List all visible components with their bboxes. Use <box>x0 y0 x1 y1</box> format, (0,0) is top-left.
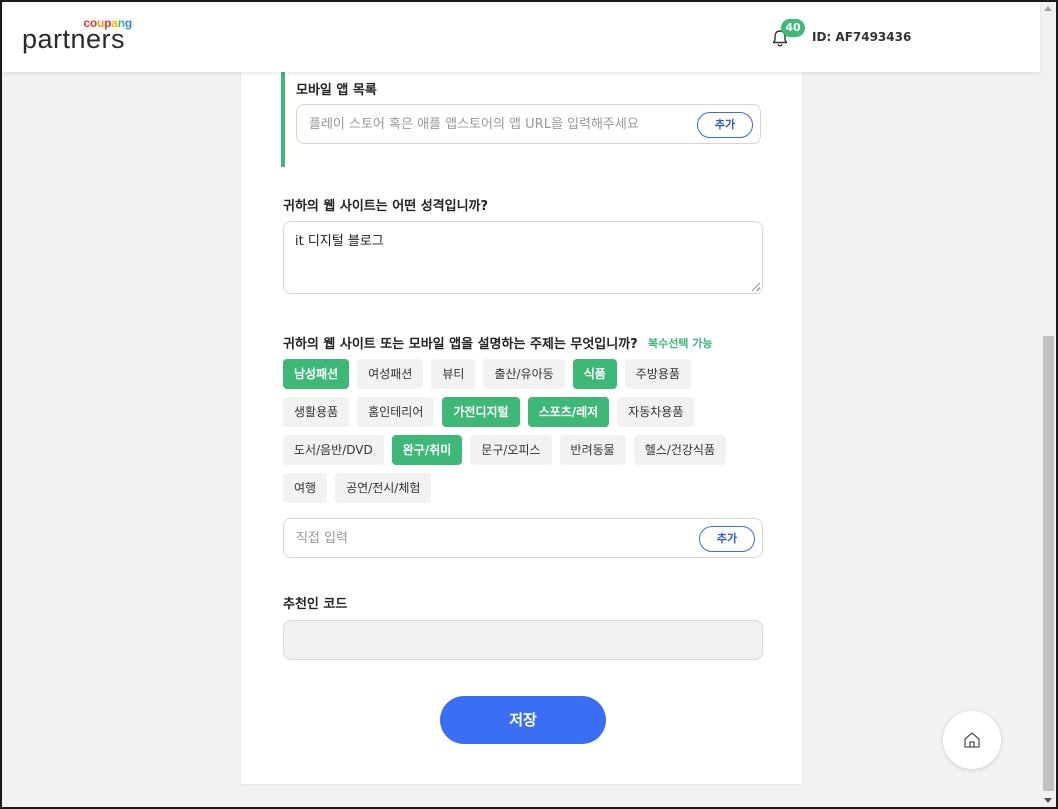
topic-chip[interactable]: 완구/취미 <box>391 435 463 465</box>
add-topic-button[interactable]: 추가 <box>699 526 755 552</box>
scroll-down-arrow-icon[interactable] <box>1044 798 1052 803</box>
site-nature-label: 귀하의 웹 사이트는 어떤 성격입니까? <box>283 199 489 214</box>
topic-chip[interactable]: 헬스/건강식품 <box>633 435 726 465</box>
topic-chip[interactable]: 자동차용품 <box>617 397 695 427</box>
topics-label: 귀하의 웹 사이트 또는 모바일 앱을 설명하는 주제는 무엇입니까? <box>283 337 638 352</box>
topic-chip[interactable]: 여행 <box>283 473 328 503</box>
mobile-app-section: 모바일 앱 목록 추가 <box>281 71 763 167</box>
topic-chip[interactable]: 식품 <box>572 359 617 389</box>
topic-chip[interactable]: 스포츠/레저 <box>527 397 610 427</box>
referral-code-field[interactable] <box>283 620 763 660</box>
home-icon <box>964 732 980 748</box>
chip-row: 여행 공연/전시/체험 <box>283 473 763 503</box>
topic-chip[interactable]: 남성패션 <box>283 359 350 389</box>
save-button[interactable]: 저장 <box>440 696 606 744</box>
topic-chip[interactable]: 가전디지털 <box>442 397 520 427</box>
topic-chip[interactable]: 생활용품 <box>283 397 350 427</box>
user-id: ID: AF7493436 <box>812 30 912 44</box>
home-button[interactable] <box>943 711 1001 769</box>
chip-row: 남성패션 여성패션 뷰티 출산/유아동 식품 주방용품 <box>283 359 763 389</box>
site-nature-field <box>283 221 763 294</box>
topic-chip[interactable]: 여성패션 <box>357 359 424 389</box>
scroll-up-arrow-icon[interactable] <box>1044 6 1052 11</box>
partners-wordmark: partners <box>22 24 126 54</box>
topic-chip[interactable]: 공연/전시/체험 <box>335 473 432 503</box>
app-url-input[interactable] <box>309 105 689 143</box>
resize-handle[interactable] <box>752 283 760 291</box>
custom-topic-input[interactable] <box>296 519 676 557</box>
custom-topic-field: 추가 <box>283 518 763 558</box>
page-scrollbar[interactable] <box>1041 2 1056 807</box>
app-url-field: 추가 <box>296 104 761 144</box>
chip-row: 도서/음반/DVD 완구/취미 문구/오피스 반려동물 헬스/건강식품 <box>283 435 763 465</box>
topic-chip[interactable]: 문구/오피스 <box>470 435 552 465</box>
add-app-button[interactable]: 추가 <box>697 112 753 138</box>
referral-label: 추천인 코드 <box>283 597 348 612</box>
scroll-thumb[interactable] <box>1043 336 1054 791</box>
coupang-partners-logo[interactable]: coupang partners <box>22 16 142 56</box>
topic-chip[interactable]: 도서/음반/DVD <box>283 435 384 465</box>
topic-chip[interactable]: 주방용품 <box>624 359 691 389</box>
settings-card: 모바일 앱 목록 추가 귀하의 웹 사이트는 어떤 성격입니까? 귀하의 웹 사… <box>241 52 802 784</box>
topic-chip[interactable]: 출산/유아동 <box>483 359 565 389</box>
mobile-app-label: 모바일 앱 목록 <box>296 83 377 98</box>
site-nature-textarea[interactable] <box>284 222 762 293</box>
topic-chips: 남성패션 여성패션 뷰티 출산/유아동 식품 주방용품생활용품 홈인테리어 가전디지털 스포츠/… <box>283 359 763 511</box>
chip-row: 생활용품 홈인테리어 가전디지털 스포츠/레저 자동차용품 <box>283 397 763 427</box>
topic-chip[interactable]: 반려동물 <box>559 435 626 465</box>
logo-letter: g <box>124 16 132 30</box>
multi-select-note: 복수선택 가능 <box>648 337 713 350</box>
topic-chip[interactable]: 홈인테리어 <box>357 397 435 427</box>
top-header: coupang partners 40 ID: AF7493436 <box>2 2 1040 72</box>
notification-badge: 40 <box>781 19 805 37</box>
topic-chip[interactable]: 뷰티 <box>431 359 476 389</box>
